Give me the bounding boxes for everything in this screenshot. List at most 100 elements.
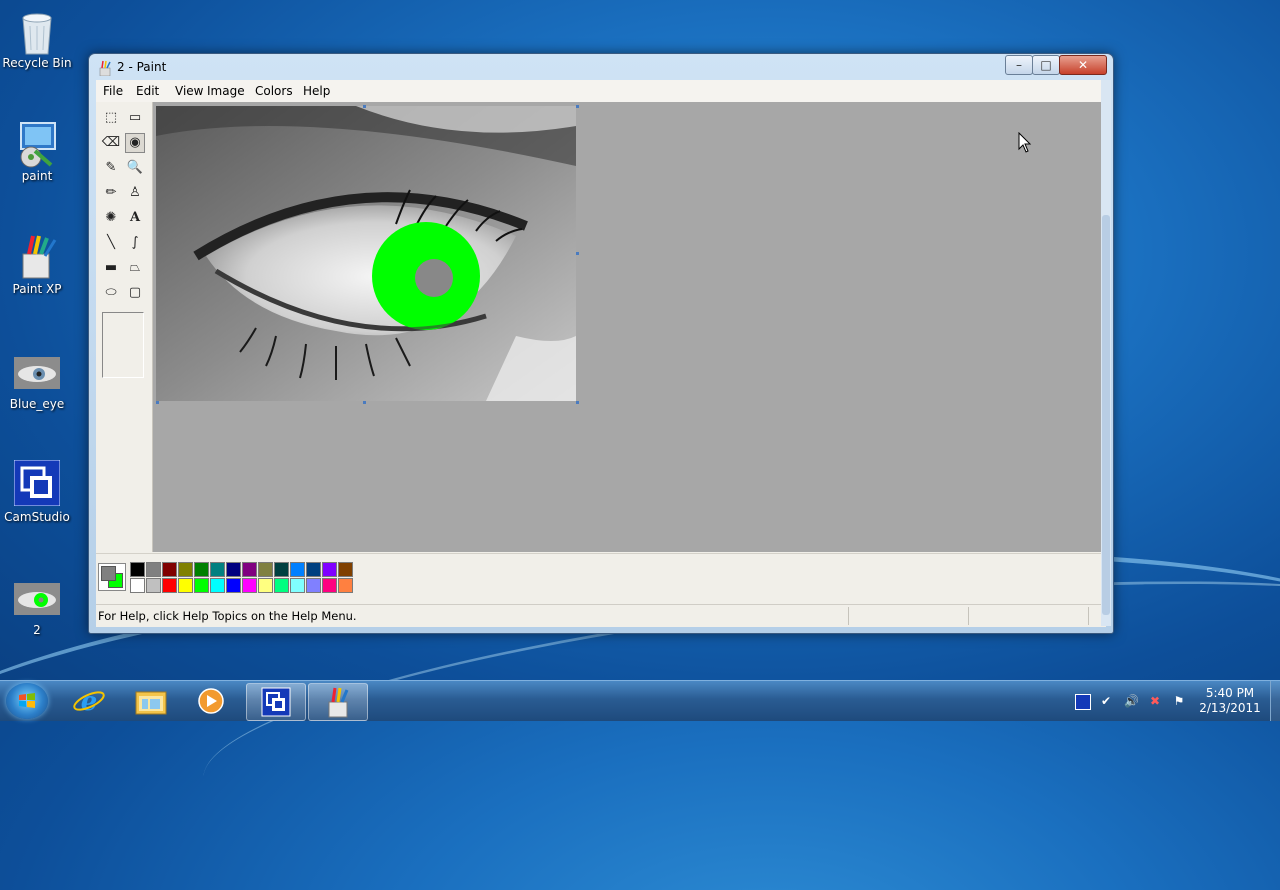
safely-remove-icon[interactable]: ✔ (1099, 694, 1113, 708)
menu-colors[interactable]: Colors (255, 84, 293, 98)
volume-icon[interactable]: 🔊 (1124, 694, 1139, 708)
polygon-tool[interactable]: ⏢ (125, 258, 145, 278)
polygon-icon: ⏢ (129, 260, 141, 275)
palette-swatch[interactable] (274, 562, 289, 577)
scrollbar-thumb[interactable] (1102, 215, 1110, 615)
camstudio-tray-icon[interactable] (1075, 694, 1091, 710)
palette-swatch[interactable] (338, 578, 353, 593)
magnifier-icon: 🔍 (126, 160, 144, 175)
palette-swatch[interactable] (162, 562, 177, 577)
palette-swatch[interactable] (322, 578, 337, 593)
desktop-icon-paint[interactable]: paint (0, 121, 77, 183)
pupil (415, 259, 453, 297)
resize-handle[interactable] (363, 401, 366, 404)
windows-explorer-button[interactable] (122, 683, 180, 719)
network-icon[interactable]: ✖ (1148, 694, 1162, 708)
pick-color-tool[interactable]: ✎ (101, 158, 121, 178)
media-player-icon (198, 688, 224, 714)
palette-swatch[interactable] (162, 578, 177, 593)
desktop-icon-recycle-bin[interactable]: Recycle Bin (0, 8, 77, 70)
fill-with-color-tool[interactable]: ◉ (125, 133, 145, 153)
text-tool[interactable]: A (125, 208, 145, 228)
palette-swatch[interactable] (146, 578, 161, 593)
menu-file[interactable]: File (103, 84, 123, 98)
paint-app-icon (97, 60, 113, 77)
media-player-button[interactable] (182, 683, 240, 719)
resize-handle[interactable] (156, 401, 159, 404)
desktop-icon-paint-xp[interactable]: Paint XP (0, 234, 77, 296)
rectangle-tool[interactable]: ▬ (101, 258, 121, 278)
menu-help[interactable]: Help (303, 84, 330, 98)
camstudio-taskbar-button[interactable] (246, 683, 306, 721)
menu-view[interactable]: View (175, 84, 203, 98)
ellipse-tool[interactable]: ⬭ (101, 283, 121, 303)
palette-swatch[interactable] (242, 578, 257, 593)
palette-swatch[interactable] (242, 562, 257, 577)
pencil-tool[interactable]: ✏ (101, 183, 121, 203)
start-button[interactable] (6, 683, 48, 719)
free-form-select-tool[interactable]: ⬚ (101, 108, 121, 128)
title-bar[interactable]: 2 - Paint – □ ✕ (89, 54, 1113, 80)
minimize-button[interactable]: – (1005, 55, 1033, 75)
palette-swatch[interactable] (226, 562, 241, 577)
palette-swatch[interactable] (194, 562, 209, 577)
palette-swatch[interactable] (226, 578, 241, 593)
desktop-icon-blue-eye[interactable]: Blue_eye (0, 357, 77, 411)
paint-taskbar-button[interactable] (308, 683, 368, 721)
rounded-rectangle-tool[interactable]: ▢ (125, 283, 145, 303)
airbrush-tool[interactable]: ✺ (101, 208, 121, 228)
close-button[interactable]: ✕ (1059, 55, 1107, 75)
resize-handle[interactable] (576, 105, 579, 108)
clock-date: 2/13/2011 (1199, 701, 1261, 715)
curve-tool[interactable]: ∫ (125, 233, 145, 253)
desktop-icon-camstudio[interactable]: CamStudio (0, 459, 77, 524)
select-icon: ▭ (128, 110, 142, 125)
brush-tool[interactable]: ♙ (125, 183, 145, 203)
menu-image[interactable]: Image (207, 84, 245, 98)
palette-swatch[interactable] (194, 578, 209, 593)
desktop-icon-label: paint (21, 169, 53, 183)
paint-xp-icon (15, 234, 59, 279)
palette-swatch[interactable] (258, 578, 273, 593)
taskbar: e ✔ 🔊 ✖ ⚑ 5:40 PM 2/13/2011 (0, 680, 1280, 721)
palette-swatch[interactable] (274, 578, 289, 593)
palette-swatch[interactable] (258, 562, 273, 577)
palette-swatch[interactable] (290, 562, 305, 577)
current-colors-indicator[interactable] (98, 563, 126, 591)
show-desktop-button[interactable] (1270, 681, 1280, 721)
palette-swatch[interactable] (210, 562, 225, 577)
palette-swatch[interactable] (322, 562, 337, 577)
action-center-icon[interactable]: ⚑ (1172, 694, 1186, 708)
select-tool[interactable]: ▭ (125, 108, 145, 128)
palette-swatch[interactable] (210, 578, 225, 593)
window-scrollbar[interactable] (1101, 80, 1111, 626)
palette-swatch[interactable] (130, 562, 145, 577)
desktop-icon-label: 2 (33, 623, 41, 637)
airbrush-icon: ✺ (105, 210, 117, 225)
rectangle-icon: ▬ (104, 260, 118, 275)
palette-swatch[interactable] (130, 578, 145, 593)
palette-swatch[interactable] (306, 578, 321, 593)
curve-icon: ∫ (131, 235, 139, 250)
status-bar: For Help, click Help Topics on the Help … (96, 604, 1106, 627)
palette-swatch[interactable] (146, 562, 161, 577)
resize-handle[interactable] (576, 252, 579, 255)
internet-explorer-button[interactable]: e (60, 683, 118, 719)
tool-options-box[interactable] (102, 312, 144, 378)
resize-handle[interactable] (363, 105, 366, 108)
line-tool[interactable]: ╲ (101, 233, 121, 253)
palette-swatch[interactable] (178, 562, 193, 577)
desktop-icon-2[interactable]: 2 (0, 583, 77, 637)
eraser-tool[interactable]: ⌫ (101, 133, 121, 153)
image-canvas[interactable] (156, 106, 576, 401)
maximize-button[interactable]: □ (1032, 55, 1060, 75)
palette-swatch[interactable] (338, 562, 353, 577)
palette-swatch[interactable] (290, 578, 305, 593)
palette-swatch[interactable] (306, 562, 321, 577)
system-clock[interactable]: 5:40 PM 2/13/2011 (1198, 686, 1262, 716)
palette-swatch[interactable] (178, 578, 193, 593)
menu-edit[interactable]: Edit (136, 84, 159, 98)
ellipse-icon: ⬭ (105, 285, 117, 300)
resize-handle[interactable] (576, 401, 579, 404)
magnifier-tool[interactable]: 🔍 (125, 158, 145, 178)
